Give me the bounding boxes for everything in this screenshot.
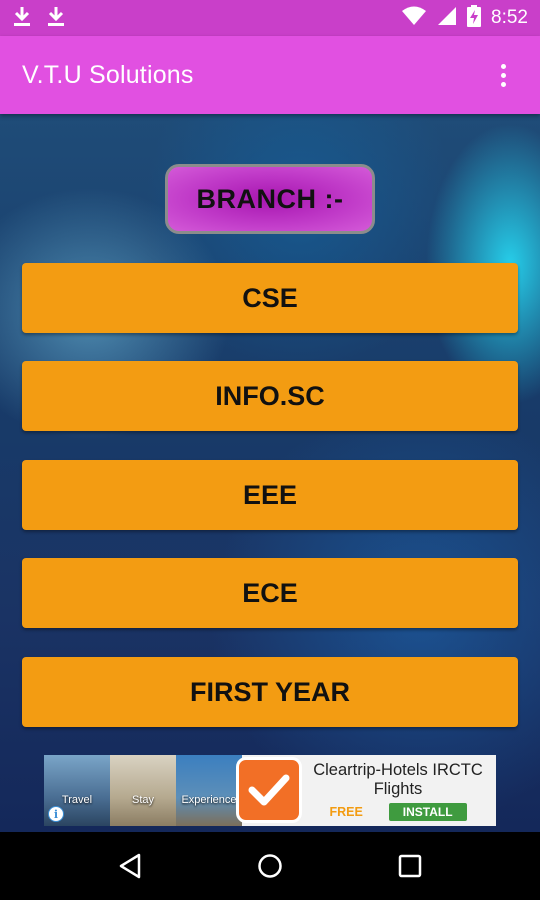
branch-heading: BRANCH :- bbox=[165, 164, 375, 234]
branch-button-info-sc[interactable]: INFO.SC bbox=[22, 361, 518, 431]
overflow-menu-icon[interactable] bbox=[488, 55, 518, 95]
ad-price: FREE bbox=[329, 804, 363, 819]
ad-banner[interactable]: Travel i Stay Experience Cleartrip-Hotel… bbox=[44, 755, 496, 826]
clock: 8:52 bbox=[491, 7, 528, 28]
info-icon[interactable]: i bbox=[48, 806, 64, 822]
status-bar: 8:52 bbox=[0, 0, 540, 36]
ad-title: Cleartrip-Hotels IRCTC Flights bbox=[313, 760, 483, 798]
home-icon[interactable] bbox=[245, 841, 295, 891]
app-bar: V.T.U Solutions bbox=[0, 36, 540, 114]
download-icon bbox=[12, 5, 32, 32]
branch-button-cse[interactable]: CSE bbox=[22, 263, 518, 333]
install-button[interactable]: INSTALL bbox=[388, 802, 467, 821]
navigation-bar bbox=[0, 832, 540, 900]
wifi-icon bbox=[401, 6, 427, 31]
back-icon[interactable] bbox=[105, 841, 155, 891]
download-icon bbox=[46, 5, 66, 32]
battery-charging-icon bbox=[467, 4, 482, 32]
ad-tile-stay: Stay bbox=[110, 755, 176, 826]
app-title: V.T.U Solutions bbox=[22, 60, 194, 89]
recents-icon[interactable] bbox=[385, 841, 435, 891]
checkmark-icon bbox=[236, 757, 302, 823]
main-content: BRANCH :- CSE INFO.SC EEE ECE FIRST YEAR bbox=[0, 114, 540, 832]
branch-button-first-year[interactable]: FIRST YEAR bbox=[22, 657, 518, 727]
ad-tile-experience: Experience bbox=[176, 755, 242, 826]
branch-button-ece[interactable]: ECE bbox=[22, 558, 518, 628]
ad-tile-travel: Travel i bbox=[44, 755, 110, 826]
branch-button-eee[interactable]: EEE bbox=[22, 460, 518, 530]
signal-icon bbox=[437, 6, 457, 31]
